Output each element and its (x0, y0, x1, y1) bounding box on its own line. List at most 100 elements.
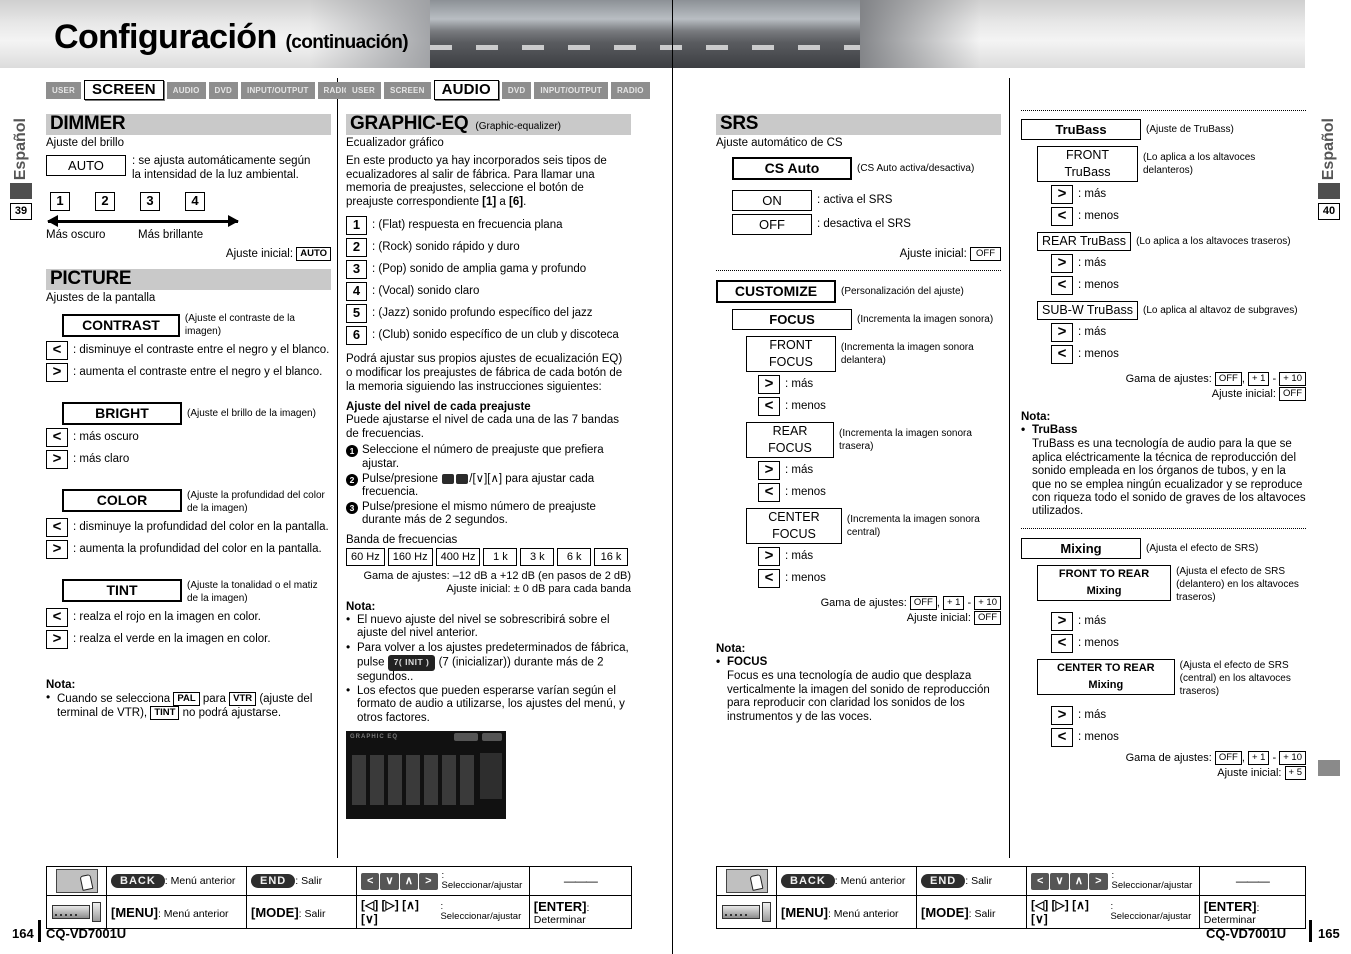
back-button[interactable]: BACK (781, 874, 835, 888)
picture-tint-button[interactable]: TINT (62, 579, 182, 602)
eq-preset-5-button[interactable]: 5 (346, 304, 367, 324)
eq-preset-3-button[interactable]: 3 (346, 260, 367, 280)
left-arrow-icon[interactable]: < (46, 608, 68, 627)
tab-radio[interactable]: RADIO (610, 81, 650, 99)
right-arrow-icon[interactable]: > (758, 461, 780, 480)
eq-band-60hz[interactable]: 60 Hz (346, 547, 385, 566)
right-arrow-icon[interactable]: > (1051, 323, 1073, 342)
right-arrow-icon[interactable]: > (758, 547, 780, 566)
mixing-button[interactable]: Mixing (1021, 537, 1141, 559)
srs-center-focus-button[interactable]: CENTER FOCUS (746, 508, 842, 544)
eq-band-16k[interactable]: 16 k (594, 547, 628, 566)
left-arrow-icon[interactable]: < (758, 397, 780, 416)
arrow-keys[interactable]: [◁] [▷] [∧] [∨] (361, 898, 437, 926)
picture-contrast-button[interactable]: CONTRAST (62, 313, 180, 337)
trubass-button[interactable]: TruBass (1021, 119, 1141, 140)
left-arrow-icon[interactable]: < (1051, 727, 1073, 747)
rear-trubass-button[interactable]: REAR TruBass (1037, 232, 1132, 251)
left-arrow-icon[interactable]: < (758, 483, 780, 502)
down-key-icon[interactable] (442, 473, 455, 484)
up-arrow-key-icon[interactable]: ∧ (1069, 872, 1089, 890)
srs-focus-button[interactable]: FOCUS (732, 309, 852, 330)
mode-key[interactable]: [MODE] (921, 905, 969, 920)
right-arrow-key-icon[interactable]: > (419, 872, 438, 890)
trubass-top-separator (1021, 110, 1306, 111)
tab-input-output[interactable]: INPUT/OUTPUT (534, 81, 608, 99)
eq-preset-6-button[interactable]: 6 (346, 326, 367, 346)
right-arrow-icon[interactable]: > (46, 630, 68, 649)
tab-user[interactable]: USER (46, 81, 82, 99)
eq-preset-4-button[interactable]: 4 (346, 282, 367, 302)
graphic-eq-custom-paragraph: Podrá ajustar sus propios ajustes de ecu… (346, 353, 623, 393)
graphic-eq-note-title: Nota: (346, 600, 376, 613)
srs-on-button[interactable]: ON (732, 190, 812, 211)
right-arrow-icon[interactable]: > (46, 540, 68, 559)
eq-band-160hz[interactable]: 160 Hz (387, 547, 433, 566)
dimmer-level-1[interactable]: 1 (50, 192, 70, 211)
arrow-keys[interactable]: [◁] [▷] [∧] [∨] (1031, 898, 1107, 926)
srs-cs-auto-button[interactable]: CS Auto (732, 157, 852, 180)
eq-band-1k[interactable]: 1 k (483, 547, 518, 566)
down-arrow-key-icon[interactable]: ∨ (1050, 872, 1069, 890)
tab-screen[interactable]: SCREEN (84, 80, 164, 100)
enter-key[interactable]: [ENTER] (534, 899, 587, 914)
back-button[interactable]: BACK (111, 874, 165, 888)
dimmer-level-4[interactable]: 4 (185, 192, 205, 211)
right-arrow-icon[interactable]: > (1051, 254, 1073, 273)
right-arrow-icon[interactable]: > (46, 450, 68, 469)
srs-rear-focus-button[interactable]: REAR FOCUS (746, 422, 835, 458)
left-arrow-icon[interactable]: < (758, 569, 780, 588)
eq-preset-1-button[interactable]: 1 (346, 216, 367, 236)
left-arrow-icon[interactable]: < (1051, 633, 1073, 653)
end-button[interactable]: END (921, 874, 966, 888)
tab-user[interactable]: USER (346, 81, 382, 99)
menu-key[interactable]: [MENU] (781, 905, 828, 920)
right-arrow-icon[interactable]: > (46, 363, 68, 382)
menu-key[interactable]: [MENU] (111, 905, 158, 920)
eq-init-button[interactable]: 7( INIT ) (387, 655, 436, 671)
right-arrow-icon[interactable]: > (758, 375, 780, 394)
up-key-icon[interactable] (456, 473, 469, 484)
left-arrow-icon[interactable]: < (46, 341, 68, 360)
tab-audio[interactable]: AUDIO (166, 81, 206, 99)
enter-key[interactable]: [ENTER] (1204, 899, 1257, 914)
eq-preset-2-button[interactable]: 2 (346, 238, 367, 258)
tab-dvd[interactable]: DVD (501, 81, 532, 99)
eq-band-3k[interactable]: 3 k (520, 547, 555, 566)
srs-off-button[interactable]: OFF (732, 214, 812, 235)
left-arrow-icon[interactable]: < (1051, 276, 1073, 295)
dimmer-level-3[interactable]: 3 (140, 192, 160, 211)
srs-front-focus-button[interactable]: FRONT FOCUS (746, 336, 836, 372)
eq-band-400hz[interactable]: 400 Hz (435, 547, 481, 566)
left-arrow-icon[interactable]: < (1051, 345, 1073, 364)
dimmer-auto-button[interactable]: AUTO (46, 155, 126, 176)
down-arrow-key-icon[interactable]: ∨ (380, 872, 399, 890)
left-arrow-icon[interactable]: < (1051, 207, 1073, 226)
right-arrow-icon[interactable]: > (1051, 611, 1073, 631)
subw-trubass-button[interactable]: SUB-W TruBass (1037, 301, 1138, 320)
left-arrow-icon[interactable]: < (46, 518, 68, 537)
tab-audio[interactable]: AUDIO (433, 80, 499, 100)
right-arrow-key-icon[interactable]: > (1089, 872, 1108, 890)
front-to-rear-mixing-button[interactable]: FRONT TO REAR Mixing (1037, 564, 1172, 601)
tab-dvd[interactable]: DVD (208, 81, 239, 99)
end-button[interactable]: END (251, 874, 296, 888)
mode-key[interactable]: [MODE] (251, 905, 299, 920)
up-arrow-key-icon[interactable]: ∧ (399, 872, 419, 890)
mixing-range-label: Gama de ajustes: (1125, 751, 1212, 764)
tab-input-output[interactable]: INPUT/OUTPUT (241, 81, 315, 99)
right-arrow-icon[interactable]: > (1051, 185, 1073, 204)
left-arrow-icon[interactable]: < (46, 428, 68, 447)
left-arrow-key-icon[interactable]: < (361, 872, 380, 890)
left-arrow-key-icon[interactable]: < (1031, 872, 1050, 890)
right-arrow-icon[interactable]: > (1051, 705, 1073, 725)
picture-bright-button[interactable]: BRIGHT (62, 402, 182, 425)
tab-screen[interactable]: SCREEN (384, 81, 431, 99)
picture-color-button[interactable]: COLOR (62, 489, 182, 512)
eq-band-6k[interactable]: 6 k (557, 547, 592, 566)
dimmer-level-2[interactable]: 2 (95, 192, 115, 211)
srs-customize-button[interactable]: CUSTOMIZE (716, 280, 836, 303)
front-trubass-button[interactable]: FRONT TruBass (1037, 146, 1138, 182)
eq-slider-5 (424, 755, 438, 806)
center-to-rear-mixing-button[interactable]: CENTER TO REAR Mixing (1037, 658, 1175, 695)
